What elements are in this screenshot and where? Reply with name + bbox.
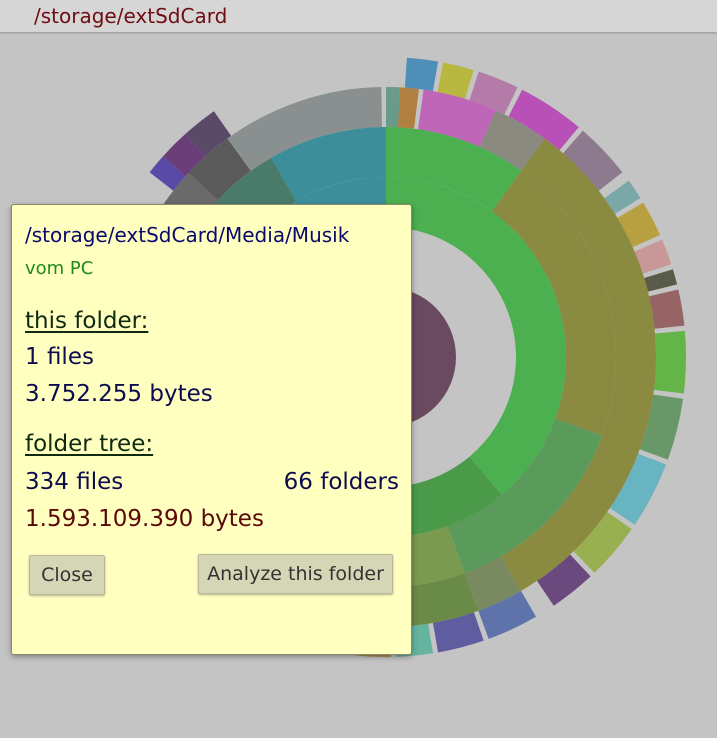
close-button[interactable]: Close [29, 555, 105, 595]
this-folder-bytes: 3.752.255 bytes [25, 381, 213, 407]
folder-tree-folders: 66 folders [283, 469, 399, 495]
folder-tree-bytes: 1.593.109.390 bytes [25, 506, 264, 532]
sunburst-segment-r0-10[interactable] [653, 330, 686, 394]
this-folder-files: 1 files [25, 344, 94, 370]
sunburst-segment-r1-1[interactable] [398, 87, 419, 129]
folder-tree-files: 334 files [25, 469, 124, 495]
path-header-bar: /storage/extSdCard [0, 0, 717, 32]
sunburst-segment-r1-0[interactable] [386, 87, 401, 128]
sunburst-segment-r0-9[interactable] [649, 289, 685, 329]
dialog-folder-path: /storage/extSdCard/Media/Musik [25, 223, 350, 247]
analyze-folder-button[interactable]: Analyze this folder [198, 554, 393, 594]
folder-tree-heading: folder tree: [25, 431, 154, 457]
dialog-folder-subtitle: vom PC [25, 258, 94, 279]
sunburst-segment-r0-0[interactable] [404, 57, 439, 92]
folder-info-dialog: /storage/extSdCard/Media/Musik vom PC th… [11, 204, 412, 655]
sunburst-segment-r0-8[interactable] [644, 269, 678, 292]
current-path: /storage/extSdCard [34, 4, 228, 28]
this-folder-heading: this folder: [25, 308, 149, 334]
